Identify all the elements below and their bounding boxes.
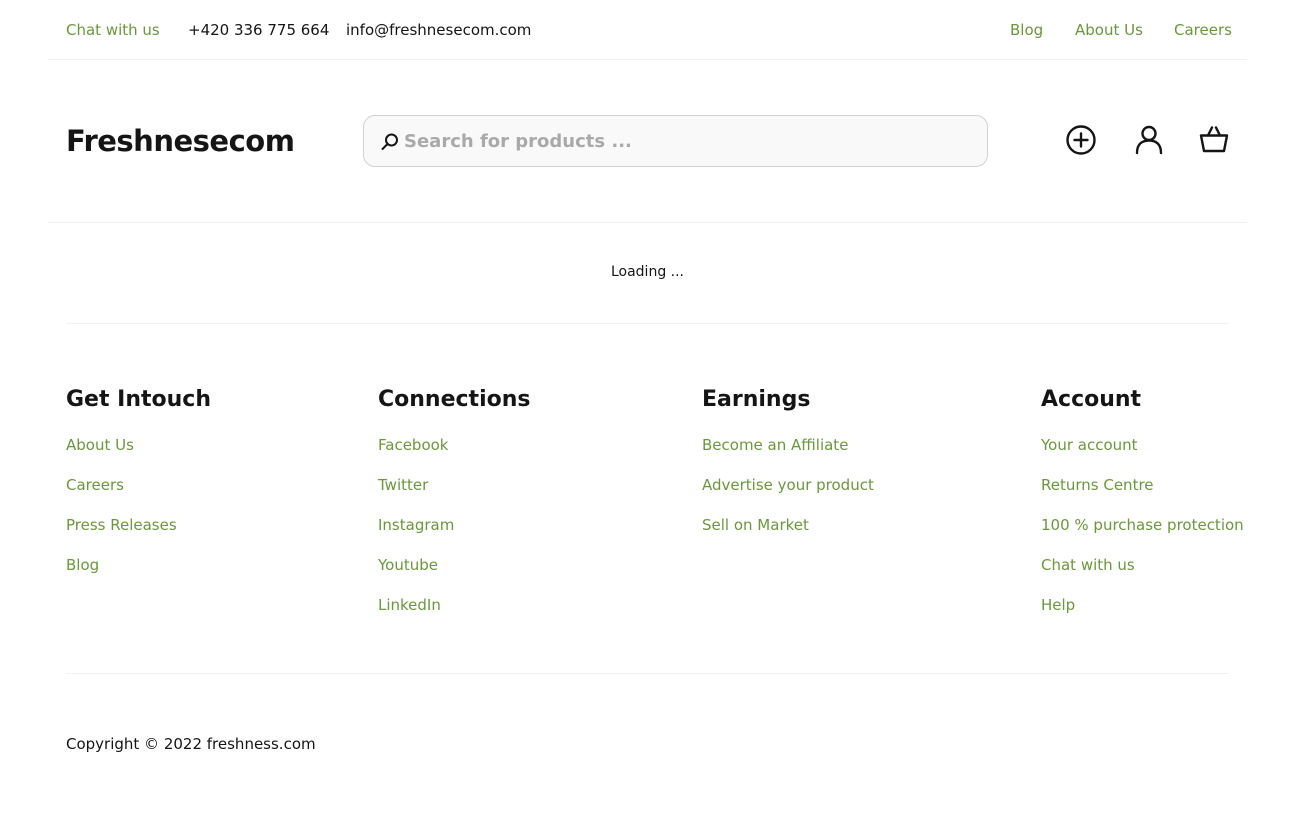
top-link-careers[interactable]: Careers xyxy=(1174,20,1232,40)
footer-link-advertise-product[interactable]: Advertise your product xyxy=(702,475,874,495)
user-icon[interactable] xyxy=(1132,123,1166,157)
footer-link-press-releases[interactable]: Press Releases xyxy=(66,515,211,535)
footer-heading: Earnings xyxy=(702,387,811,412)
chat-link[interactable]: Chat with us xyxy=(66,20,160,40)
search-icon xyxy=(381,133,398,150)
footer-link-help[interactable]: Help xyxy=(1041,595,1244,615)
add-circle-icon[interactable] xyxy=(1064,123,1098,157)
top-bar: Chat with us +420 336 775 664 info@fresh… xyxy=(48,0,1247,60)
footer-link-twitter[interactable]: Twitter xyxy=(378,475,530,495)
footer-link-facebook[interactable]: Facebook xyxy=(378,435,530,455)
footer-link-your-account[interactable]: Your account xyxy=(1041,435,1244,455)
footer-link-instagram[interactable]: Instagram xyxy=(378,515,530,535)
site-header: Freshnesecom xyxy=(48,60,1247,223)
footer-column-account: Account Your account Returns Centre 100 … xyxy=(1041,385,1244,635)
footer-link-careers[interactable]: Careers xyxy=(66,475,211,495)
loading-text: Loading ... xyxy=(610,264,685,280)
footer-column-earnings: Earnings Become an Affiliate Advertise y… xyxy=(702,385,874,555)
footer-link-about-us[interactable]: About Us xyxy=(66,435,211,455)
footer-link-become-affiliate[interactable]: Become an Affiliate xyxy=(702,435,874,455)
basket-icon[interactable] xyxy=(1197,123,1231,157)
footer-heading: Connections xyxy=(378,387,531,412)
footer-column-get-intouch: Get Intouch About Us Careers Press Relea… xyxy=(66,385,211,595)
search-input[interactable] xyxy=(404,116,974,166)
page: Chat with us +420 336 775 664 info@fresh… xyxy=(0,0,1295,814)
phone-number: +420 336 775 664 xyxy=(188,21,330,39)
footer-link-youtube[interactable]: Youtube xyxy=(378,555,530,575)
footer-heading: Get Intouch xyxy=(66,387,211,412)
divider xyxy=(66,673,1229,674)
footer-link-returns-centre[interactable]: Returns Centre xyxy=(1041,475,1244,495)
footer-link-sell-on-market[interactable]: Sell on Market xyxy=(702,515,874,535)
footer-link-purchase-protection[interactable]: 100 % purchase protection xyxy=(1041,515,1244,535)
search-bar xyxy=(363,115,988,167)
footer-column-connections: Connections Facebook Twitter Instagram Y… xyxy=(378,385,530,635)
logo[interactable]: Freshnesecom xyxy=(66,124,295,158)
footer-link-chat-with-us[interactable]: Chat with us xyxy=(1041,555,1244,575)
top-link-about-us[interactable]: About Us xyxy=(1075,20,1143,40)
email-link[interactable]: info@freshnesecom.com xyxy=(346,20,531,40)
top-link-blog[interactable]: Blog xyxy=(1010,20,1043,40)
divider xyxy=(66,323,1229,324)
footer-link-linkedin[interactable]: LinkedIn xyxy=(378,595,530,615)
footer-link-blog[interactable]: Blog xyxy=(66,555,211,575)
copyright-text: Copyright © 2022 freshness.com xyxy=(66,735,316,753)
footer-heading: Account xyxy=(1041,387,1142,412)
